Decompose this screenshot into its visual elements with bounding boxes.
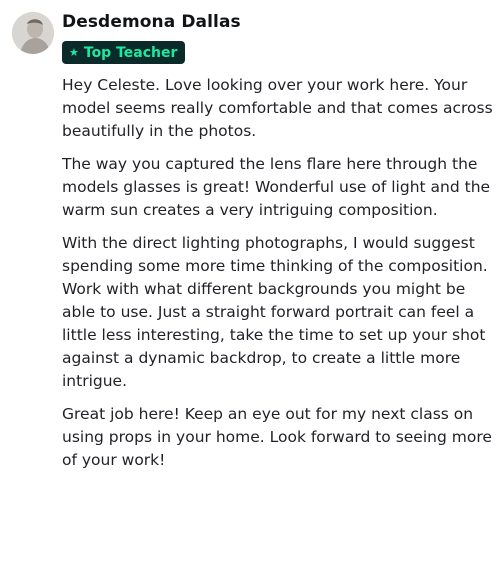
star-icon: ★	[69, 46, 79, 59]
badge-label: Top Teacher	[83, 44, 178, 61]
author-name[interactable]: Desdemona Dallas	[62, 12, 241, 32]
comment-card: Desdemona Dallas ★ Top Teacher Hey Celes…	[0, 0, 500, 570]
avatar[interactable]	[12, 12, 54, 54]
comment-body: Hey Celeste. Love looking over your work…	[62, 74, 494, 482]
comment-paragraph: The way you captured the lens flare here…	[62, 155, 491, 219]
comment-paragraph: Hey Celeste. Love looking over your work…	[62, 76, 493, 140]
avatar-photo	[12, 12, 54, 54]
comment-paragraph: Great job here! Keep an eye out for my n…	[62, 405, 492, 469]
comment-paragraph: With the direct lighting photographs, I …	[62, 234, 488, 390]
top-teacher-badge: ★ Top Teacher	[62, 41, 186, 64]
